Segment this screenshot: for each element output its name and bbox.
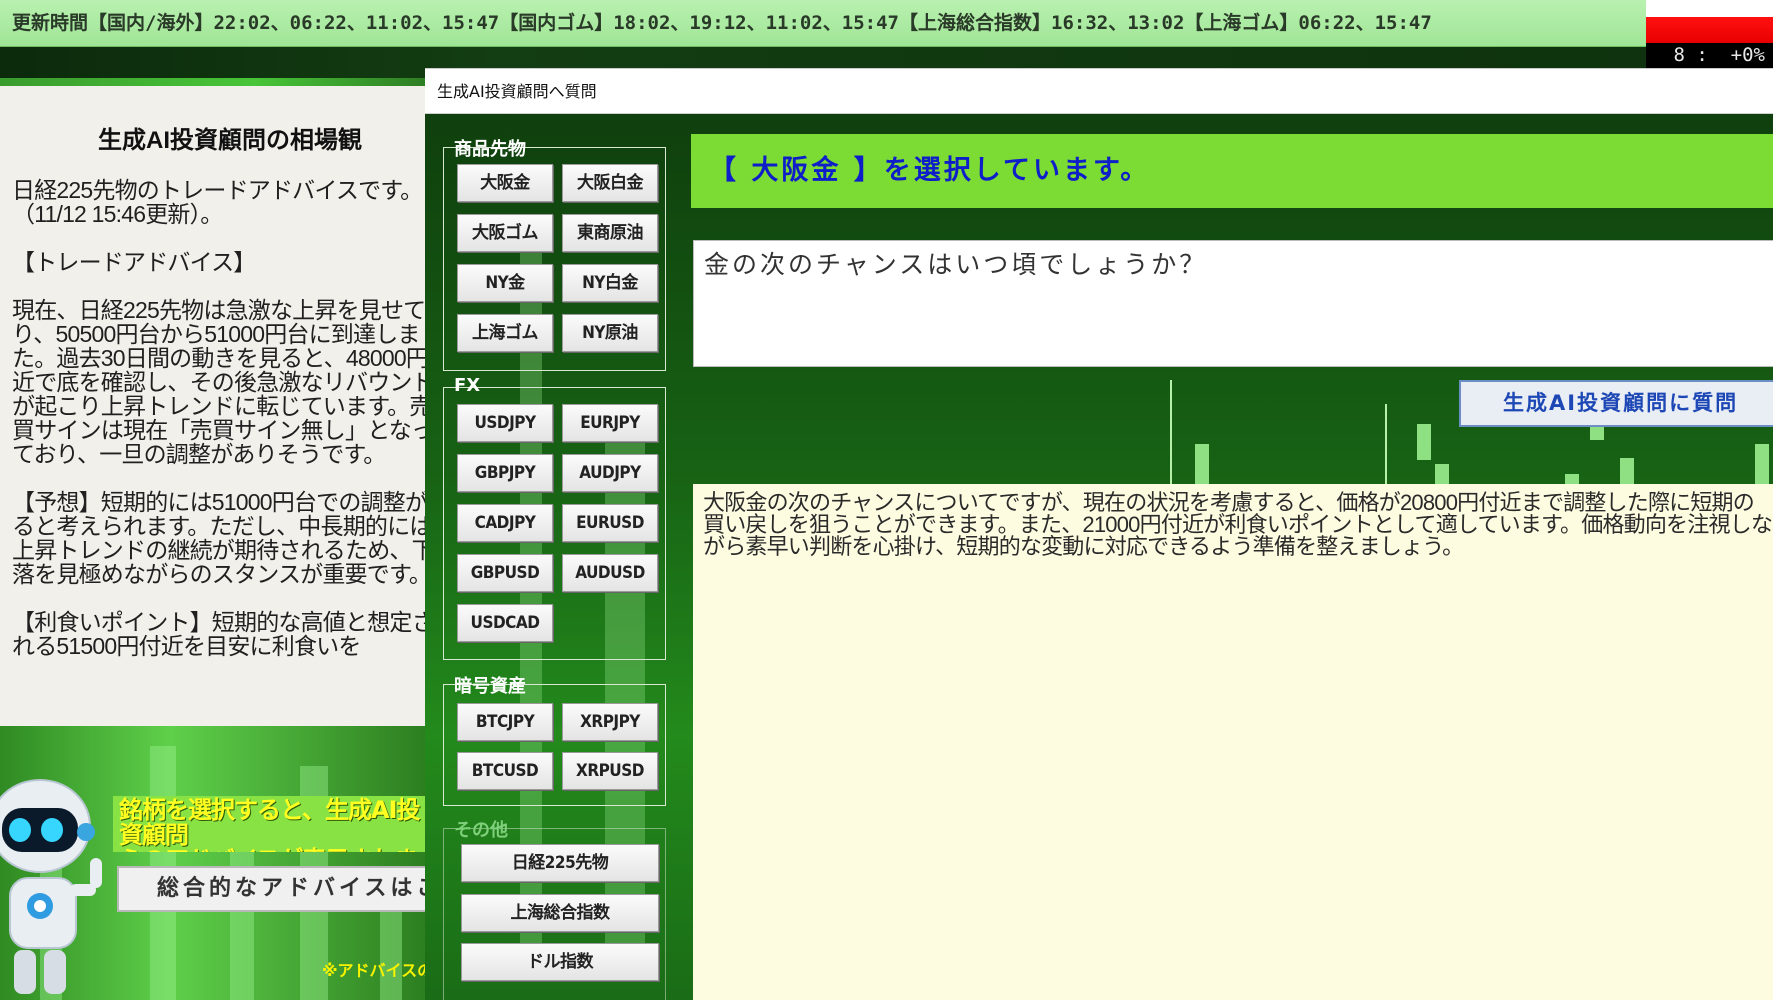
btn-dollar-index[interactable]: ドル指数 bbox=[461, 943, 659, 981]
advice-note: ※アドバイスの bbox=[322, 961, 434, 980]
other-group-label: その他 bbox=[454, 820, 508, 841]
btn-usdcad[interactable]: USDCAD bbox=[457, 604, 553, 642]
btn-btcjpy[interactable]: BTCJPY bbox=[457, 703, 553, 741]
selected-symbol-banner: 【 大阪金 】を選択しています。 bbox=[691, 134, 1773, 208]
bg-candle bbox=[1417, 424, 1431, 460]
bg-candle-wick bbox=[1385, 404, 1387, 490]
bg-candle bbox=[230, 836, 254, 1000]
ask-advisor-button[interactable]: 生成AI投資顧問に質問 bbox=[1459, 380, 1773, 427]
btn-shanghai-rubber[interactable]: 上海ゴム bbox=[457, 314, 553, 352]
btn-gbpusd[interactable]: GBPUSD bbox=[457, 554, 553, 592]
btn-ny-gold[interactable]: NY金 bbox=[457, 264, 553, 302]
top-right-indicator bbox=[1646, 0, 1773, 43]
top-right-readout: 8 : +0% bbox=[1646, 43, 1773, 68]
btn-audjpy[interactable]: AUDJPY bbox=[562, 454, 658, 492]
btn-eurjpy[interactable]: EURJPY bbox=[562, 404, 658, 442]
ask-dialog: 生成AI投資顧問へ質問 商品先物 大阪金 大阪白金 大阪ゴム 東商原油 NY金 … bbox=[425, 68, 1773, 1000]
market-view-panel: 生成AI投資顧問の相場観 日経225先物のトレードアドバイスです。 （11/12… bbox=[0, 86, 425, 726]
btn-osaka-gold[interactable]: 大阪金 bbox=[457, 164, 553, 202]
btn-btcusd[interactable]: BTCUSD bbox=[457, 752, 553, 790]
market-view-title: 生成AI投資顧問の相場観 bbox=[98, 127, 362, 154]
question-input[interactable]: 金の次のチャンスはいつ頃でしょうか？ bbox=[693, 240, 1773, 367]
crypto-group-label: 暗号資産 bbox=[454, 676, 526, 697]
dialog-title: 生成AI投資顧問へ質問 bbox=[425, 68, 1773, 114]
answer-text: 大阪金の次のチャンスについてですが、現在の状況を考慮すると、価格が20800円付… bbox=[693, 484, 1773, 1000]
btn-usdjpy[interactable]: USDJPY bbox=[457, 404, 553, 442]
btn-nikkei225-futures[interactable]: 日経225先物 bbox=[461, 844, 659, 882]
btn-audusd[interactable]: AUDUSD bbox=[562, 554, 658, 592]
fx-group-label: FX bbox=[454, 375, 481, 396]
btn-tocom-crude[interactable]: 東商原油 bbox=[562, 214, 658, 252]
btn-osaka-rubber[interactable]: 大阪ゴム bbox=[457, 214, 553, 252]
btn-gbpjpy[interactable]: GBPJPY bbox=[457, 454, 553, 492]
btn-cadjpy[interactable]: CADJPY bbox=[457, 504, 553, 542]
btn-xrpusd[interactable]: XRPUSD bbox=[562, 752, 658, 790]
commodities-group-label: 商品先物 bbox=[454, 139, 526, 160]
bg-candle-wick bbox=[1170, 380, 1172, 490]
btn-ny-platinum[interactable]: NY白金 bbox=[562, 264, 658, 302]
btn-shanghai-composite[interactable]: 上海総合指数 bbox=[461, 894, 659, 932]
robot-mascot-icon bbox=[0, 779, 102, 994]
btn-xrpjpy[interactable]: XRPJPY bbox=[562, 703, 658, 741]
btn-osaka-platinum[interactable]: 大阪白金 bbox=[562, 164, 658, 202]
btn-ny-crude[interactable]: NY原油 bbox=[562, 314, 658, 352]
instruction-text: 銘柄を選択すると、生成AI投資顧問 らのアドバイスが表示されます。 bbox=[113, 796, 433, 852]
update-times-ticker: 更新時間【国内/海外】22:02、06:22、11:02、15:47【国内ゴム】… bbox=[0, 0, 1646, 47]
overall-advice-button[interactable]: 総合的なアドバイスはこ bbox=[117, 866, 437, 912]
btn-eurusd[interactable]: EURUSD bbox=[562, 504, 658, 542]
market-view-text: 日経225先物のトレードアドバイスです。 （11/12 15:46更新）。 【ト… bbox=[12, 177, 425, 659]
dialog-body: 商品先物 大阪金 大阪白金 大阪ゴム 東商原油 NY金 NY白金 上海ゴム NY… bbox=[425, 114, 1773, 1000]
